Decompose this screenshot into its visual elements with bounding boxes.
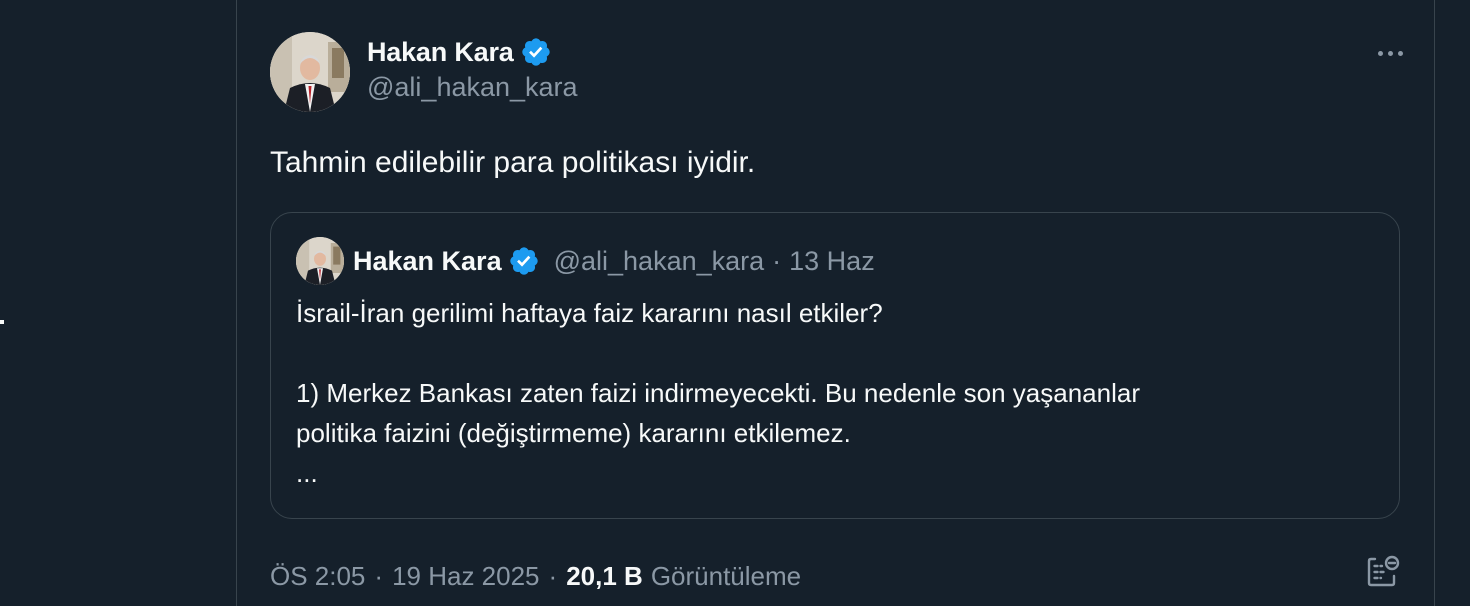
- author-avatar[interactable]: [270, 32, 350, 112]
- views-label: Görüntüleme: [650, 560, 802, 591]
- more-horizontal-icon: [1377, 50, 1383, 56]
- rail-marker: [0, 320, 4, 324]
- quoted-author-display-name[interactable]: Hakan Kara: [353, 246, 502, 277]
- more-horizontal-icon-dot: [1387, 50, 1393, 56]
- display-name-row: Hakan Kara: [367, 34, 578, 70]
- quoted-author-photo-icon: [296, 237, 344, 285]
- quoted-author-handle[interactable]: @ali_hakan_kara: [554, 246, 765, 277]
- views-count: 20,1 B: [566, 560, 643, 591]
- quoted-text-ellipsis: ...: [296, 458, 318, 488]
- verified-badge-icon[interactable]: [508, 245, 540, 277]
- analytics-button[interactable]: [1363, 552, 1403, 592]
- quoted-separator: ·: [772, 245, 782, 276]
- tweet: Hakan Kara @ali_hakan_kara Tahmin edileb…: [237, 0, 1434, 606]
- author-handle[interactable]: @ali_hakan_kara: [367, 72, 578, 103]
- verified-badge-icon[interactable]: [520, 36, 552, 68]
- more-options-button[interactable]: [1370, 40, 1410, 66]
- analytics-icon: [1367, 555, 1400, 587]
- quoted-text-line: politika faizini (değiştirmeme) kararını…: [296, 418, 851, 448]
- author-display-name[interactable]: Hakan Kara: [367, 37, 514, 68]
- column-divider-right: [1434, 0, 1435, 606]
- quoted-text-line: İsrail-İran gerilimi haftaya faiz kararı…: [296, 298, 883, 328]
- quoted-text-line: 1) Merkez Bankası zaten faizi indirmeyec…: [296, 378, 1140, 408]
- author-photo-icon: [270, 32, 350, 112]
- meta-separator: ·: [548, 560, 558, 591]
- author-names: Hakan Kara @ali_hakan_kara: [367, 34, 578, 103]
- tweet-meta: ÖS 2:05 · 19 Haz 2025 · 20,1 B Görüntüle…: [270, 556, 801, 596]
- quoted-tweet-card[interactable]: Hakan Kara @ali_hakan_kara · 13 Haz İsra…: [270, 212, 1400, 519]
- meta-separator: ·: [374, 560, 384, 591]
- tweet-time[interactable]: ÖS 2:05: [270, 561, 365, 592]
- left-navigation-rail: [0, 0, 236, 606]
- more-horizontal-icon-dot: [1397, 50, 1403, 56]
- quoted-author-avatar[interactable]: [296, 237, 344, 285]
- quoted-date[interactable]: 13 Haz: [789, 246, 875, 277]
- quoted-tweet-body: İsrail-İran gerilimi haftaya faiz kararı…: [296, 293, 1376, 493]
- tweet-header: Hakan Kara @ali_hakan_kara: [270, 32, 1410, 112]
- tweet-text: Tahmin edilebilir para politikası iyidir…: [270, 146, 756, 179]
- page: Hakan Kara @ali_hakan_kara Tahmin edileb…: [0, 0, 1470, 606]
- tweet-date[interactable]: 19 Haz 2025: [392, 561, 539, 592]
- quoted-tweet-header: Hakan Kara @ali_hakan_kara · 13 Haz: [296, 237, 875, 285]
